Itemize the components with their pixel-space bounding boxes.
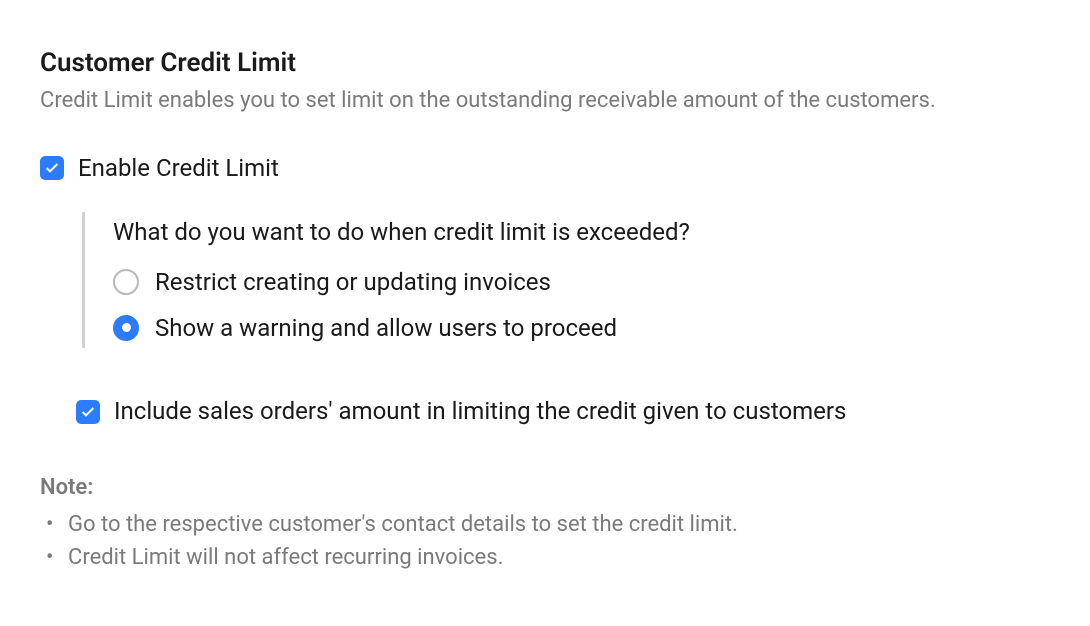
radio-option-warn: Show a warning and allow users to procee… [113, 314, 1050, 342]
radio-warn-label: Show a warning and allow users to procee… [155, 314, 617, 342]
radio-restrict[interactable] [113, 269, 139, 295]
check-icon [80, 404, 96, 420]
include-sales-orders-label: Include sales orders' amount in limiting… [114, 396, 846, 427]
enable-credit-limit-row: Enable Credit Limit [40, 153, 1050, 184]
note-list: Go to the respective customer's contact … [40, 508, 1050, 574]
exceed-behavior-group: What do you want to do when credit limit… [82, 212, 1050, 348]
radio-restrict-label: Restrict creating or updating invoices [155, 268, 551, 296]
note-item: Go to the respective customer's contact … [40, 508, 1050, 541]
include-sales-orders-checkbox[interactable] [76, 400, 100, 424]
include-sales-orders-row: Include sales orders' amount in limiting… [76, 396, 1050, 427]
enable-credit-limit-label: Enable Credit Limit [78, 153, 279, 184]
note-item: Credit Limit will not affect recurring i… [40, 541, 1050, 574]
radio-option-restrict: Restrict creating or updating invoices [113, 268, 1050, 296]
exceed-behavior-question: What do you want to do when credit limit… [113, 218, 1050, 246]
radio-warn[interactable] [113, 315, 139, 341]
section-description: Credit Limit enables you to set limit on… [40, 86, 1050, 117]
section-title: Customer Credit Limit [40, 48, 1050, 78]
check-icon [44, 160, 60, 176]
note-title: Note: [40, 475, 1050, 500]
note-block: Note: Go to the respective customer's co… [40, 475, 1050, 574]
enable-credit-limit-checkbox[interactable] [40, 156, 64, 180]
